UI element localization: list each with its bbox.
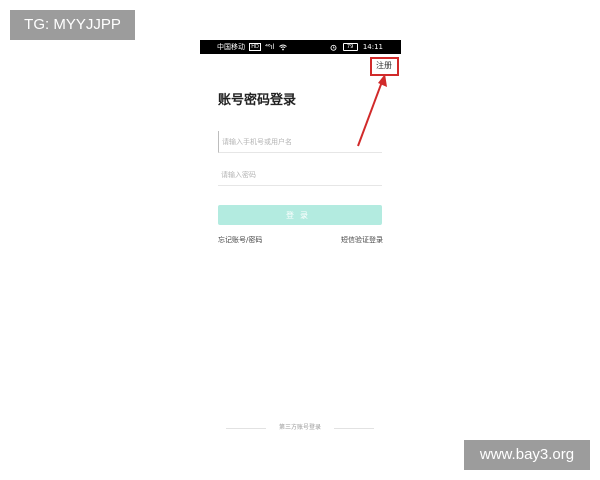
carrier-label: 中国移动	[217, 43, 245, 51]
wifi-icon	[279, 44, 287, 50]
phone-username-input[interactable]	[218, 131, 382, 153]
screenshot-canvas: TG: MYYJJPP 中国移动 HD ⁴⁶ıl 79 14:11 注册 账号密…	[0, 0, 600, 480]
third-party-login-section: 第三方账号登录	[226, 422, 374, 434]
signal-icon: ⁴⁶ıl	[265, 43, 275, 51]
hd-badge: HD	[249, 43, 261, 51]
alarm-icon	[330, 44, 337, 51]
watermark-top-left: TG: MYYJJPP	[10, 10, 135, 40]
status-carrier-group: 中国移动 HD ⁴⁶ıl	[217, 40, 287, 54]
status-bar: 中国移动 HD ⁴⁶ıl 79 14:11	[200, 40, 401, 54]
sms-login-link[interactable]: 短信验证登录	[341, 235, 383, 245]
divider-right	[334, 428, 374, 429]
login-button[interactable]: 登录	[218, 205, 382, 225]
page-title: 账号密码登录	[218, 93, 297, 108]
password-input[interactable]	[218, 164, 382, 186]
status-right-group: 79 14:11	[330, 40, 383, 54]
watermark-bottom-right: www.bay3.org	[464, 440, 590, 470]
clock-time: 14:11	[362, 43, 383, 51]
battery-level: 79	[342, 43, 358, 51]
forgot-account-link[interactable]: 忘记账号/密码	[218, 235, 262, 245]
